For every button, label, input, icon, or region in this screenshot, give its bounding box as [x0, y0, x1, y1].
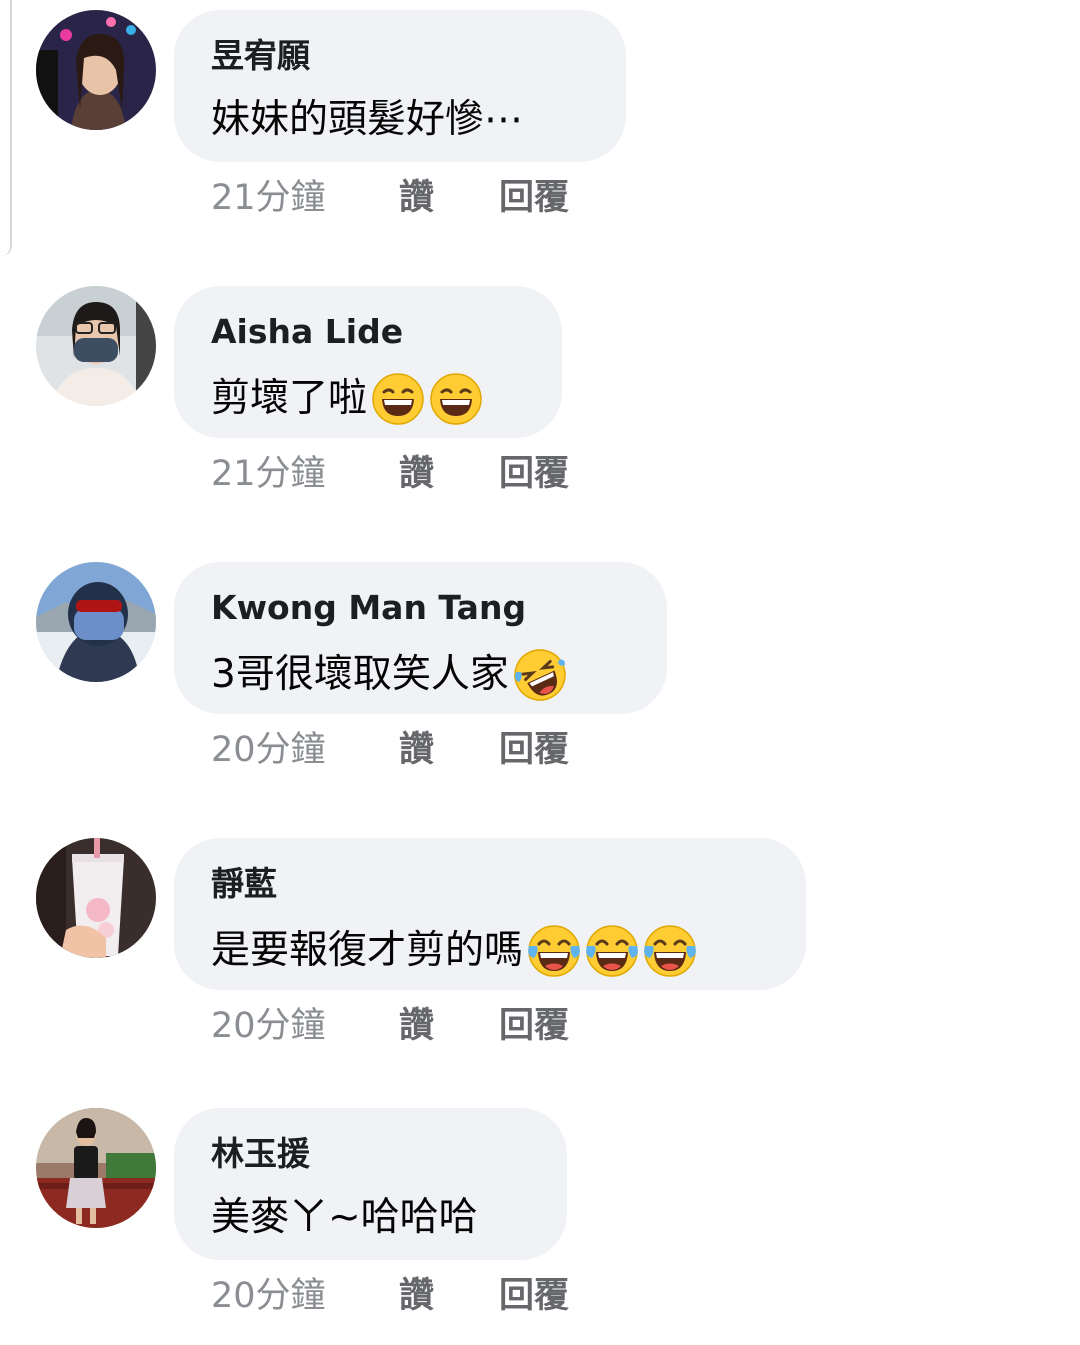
comment-author[interactable]: Aisha Lide: [211, 310, 526, 354]
comment-time[interactable]: 20分鐘: [211, 1267, 399, 1318]
comment-text-content: 剪壞了啦: [211, 376, 368, 421]
avatar[interactable]: [36, 286, 156, 406]
comment-actions: 20分鐘 讚 回覆: [211, 1268, 569, 1316]
avatar[interactable]: [36, 10, 156, 130]
comment-time[interactable]: 21分鐘: [211, 169, 399, 220]
reply-button[interactable]: 回覆: [499, 1267, 569, 1318]
comment-actions: 20分鐘 讚 回覆: [211, 722, 569, 770]
like-button[interactable]: 讚: [399, 721, 499, 772]
comment-author[interactable]: Kwong Man Tang: [211, 586, 631, 630]
comment-bubble: 靜藍 是要報復才剪的嗎: [174, 838, 806, 990]
like-button[interactable]: 讚: [399, 1267, 499, 1318]
comment-text: 是要報復才剪的嗎: [211, 924, 770, 978]
like-button[interactable]: 讚: [399, 997, 499, 1048]
comment-text-content: 妹妹的頭髮好慘⋯: [211, 97, 524, 142]
comment-actions: 21分鐘 讚 回覆: [211, 446, 569, 494]
reply-button[interactable]: 回覆: [499, 997, 569, 1048]
comment-author[interactable]: 靜藍: [211, 862, 770, 906]
comment-author[interactable]: 林玉援: [211, 1132, 531, 1176]
comment-text: 美麥ㄚ~哈哈哈: [211, 1194, 531, 1242]
reply-button[interactable]: 回覆: [499, 721, 569, 772]
avatar[interactable]: [36, 838, 156, 958]
comment-text: 剪壞了啦: [211, 372, 526, 426]
reply-button[interactable]: 回覆: [499, 169, 569, 220]
comment-bubble: 林玉援 美麥ㄚ~哈哈哈: [174, 1108, 567, 1260]
like-button[interactable]: 讚: [399, 445, 499, 496]
grinning-squinting-emoji-icon: [429, 372, 483, 426]
rolling-laughing-emoji-icon: [513, 648, 567, 702]
comment-bubble: Kwong Man Tang 3哥很壞取笑人家: [174, 562, 667, 714]
comment-text-content: 3哥很壞取笑人家: [211, 652, 509, 697]
comment-text: 妹妹的頭髮好慘⋯: [211, 96, 590, 144]
comment-actions: 20分鐘 讚 回覆: [211, 998, 569, 1046]
comment-text-content: 美麥ㄚ~哈哈哈: [211, 1195, 478, 1240]
comment-actions: 21分鐘 讚 回覆: [211, 170, 569, 218]
comment-bubble: 昱宥願 妹妹的頭髮好慘⋯: [174, 10, 626, 162]
tears-of-joy-emoji-icon: [643, 924, 697, 978]
grinning-squinting-emoji-icon: [371, 372, 425, 426]
avatar[interactable]: [36, 1108, 156, 1228]
comment-text: 3哥很壞取笑人家: [211, 648, 631, 702]
comment-time[interactable]: 20分鐘: [211, 721, 399, 772]
tears-of-joy-emoji-icon: [527, 924, 581, 978]
comment-time[interactable]: 21分鐘: [211, 445, 399, 496]
like-button[interactable]: 讚: [399, 169, 499, 220]
avatar[interactable]: [36, 562, 156, 682]
comment-text-content: 是要報復才剪的嗎: [211, 928, 524, 973]
comment-bubble: Aisha Lide 剪壞了啦: [174, 286, 562, 438]
reply-button[interactable]: 回覆: [499, 445, 569, 496]
comment-author[interactable]: 昱宥願: [211, 34, 590, 78]
tears-of-joy-emoji-icon: [585, 924, 639, 978]
thread-line: [0, 0, 12, 256]
comment-time[interactable]: 20分鐘: [211, 997, 399, 1048]
